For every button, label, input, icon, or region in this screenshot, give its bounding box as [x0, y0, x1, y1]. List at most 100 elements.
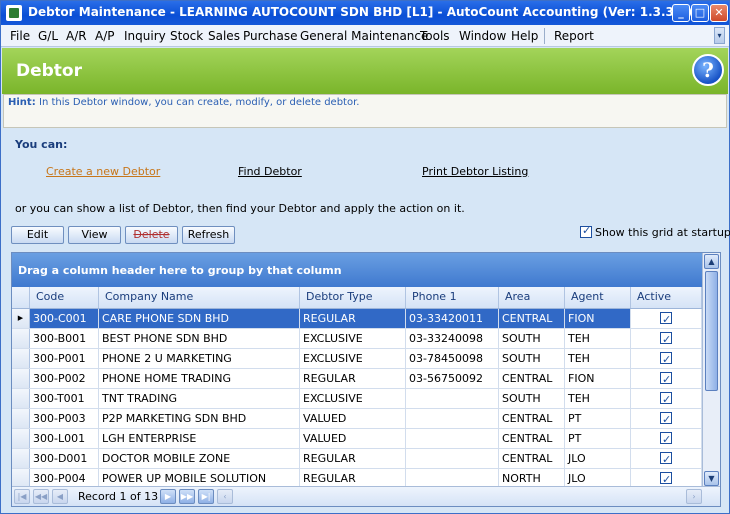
menu-report[interactable]: Report [554, 29, 594, 43]
prev-page-icon[interactable]: ◀◀ [33, 489, 49, 504]
cell-code[interactable]: 300-P003 [30, 409, 99, 428]
cell-company-name[interactable]: PHONE HOME TRADING [99, 369, 300, 388]
nav-scroll-right-icon[interactable]: › [686, 489, 702, 504]
cell-area[interactable]: SOUTH [499, 329, 565, 348]
prev-record-icon[interactable]: ◀ [52, 489, 68, 504]
cell-agent[interactable]: TEH [565, 389, 631, 408]
active-checkbox[interactable] [660, 310, 672, 328]
cell-area[interactable]: SOUTH [499, 389, 565, 408]
menu-general-maintenance[interactable]: General Maintenance [300, 29, 428, 43]
row-indicator[interactable] [12, 349, 30, 368]
table-row[interactable]: 300-B001 BEST PHONE SDN BHD EXCLUSIVE 03-33… [12, 329, 702, 349]
group-by-panel[interactable]: Drag a column header here to group by th… [12, 253, 702, 287]
show-grid-checkbox[interactable] [580, 224, 592, 238]
cell-agent[interactable]: TEH [565, 349, 631, 368]
menu-overflow-chevron-icon[interactable]: ▾ [714, 27, 725, 44]
column-header-phone[interactable]: Phone 1 [406, 287, 499, 308]
column-header-area[interactable]: Area [499, 287, 565, 308]
cell-company-name[interactable]: TNT TRADING [99, 389, 300, 408]
cell-agent[interactable]: JLO [565, 449, 631, 468]
table-row[interactable]: 300-P001 PHONE 2 U MARKETING EXCLUSIVE 03-7… [12, 349, 702, 369]
column-header-agent[interactable]: Agent [565, 287, 631, 308]
scroll-down-icon[interactable]: ▼ [704, 471, 719, 486]
active-checkbox[interactable] [660, 390, 672, 408]
delete-button[interactable]: Delete [125, 226, 178, 244]
row-indicator[interactable] [12, 329, 30, 348]
cell-company-name[interactable]: PHONE 2 U MARKETING [99, 349, 300, 368]
menu-ap[interactable]: A/P [95, 29, 115, 43]
table-row[interactable]: 300-T001 TNT TRADING EXCLUSIVE SOUTH TEH [12, 389, 702, 409]
cell-code[interactable]: 300-C001 [30, 309, 99, 328]
cell-code[interactable]: 300-T001 [30, 389, 99, 408]
first-record-icon[interactable]: |◀ [14, 489, 30, 504]
cell-company-name[interactable]: DOCTOR MOBILE ZONE [99, 449, 300, 468]
cell-company-name[interactable]: CARE PHONE SDN BHD [99, 309, 300, 328]
cell-agent[interactable]: FION [565, 309, 631, 328]
cell-debtor-type[interactable]: REGULAR [300, 369, 406, 388]
create-debtor-link[interactable]: Create a new Debtor [46, 165, 160, 178]
menu-tools[interactable]: Tools [420, 29, 450, 43]
menu-help[interactable]: Help [511, 29, 538, 43]
cell-debtor-type[interactable]: REGULAR [300, 449, 406, 468]
cell-debtor-type[interactable]: EXCLUSIVE [300, 389, 406, 408]
active-checkbox[interactable] [660, 470, 672, 488]
maximize-button[interactable]: □ [691, 4, 709, 22]
next-page-icon[interactable]: ▶▶ [179, 489, 195, 504]
next-record-icon[interactable]: ▶ [160, 489, 176, 504]
cell-code[interactable]: 300-P001 [30, 349, 99, 368]
active-checkbox[interactable] [660, 350, 672, 368]
cell-phone[interactable] [406, 409, 499, 428]
cell-area[interactable]: CENTRAL [499, 449, 565, 468]
table-row[interactable]: 300-L001 LGH ENTERPRISE VALUED CENTRAL PT [12, 429, 702, 449]
cell-active[interactable] [631, 349, 702, 368]
cell-area[interactable]: CENTRAL [499, 429, 565, 448]
current-row-indicator-icon[interactable]: ▶ [12, 309, 30, 328]
cell-debtor-type[interactable]: EXCLUSIVE [300, 329, 406, 348]
row-indicator[interactable] [12, 389, 30, 408]
cell-phone[interactable]: 03-33240098 [406, 329, 499, 348]
menu-ar[interactable]: A/R [66, 29, 87, 43]
cell-phone[interactable] [406, 429, 499, 448]
cell-active[interactable] [631, 429, 702, 448]
refresh-button[interactable]: Refresh [182, 226, 235, 244]
cell-active[interactable] [631, 409, 702, 428]
cell-agent[interactable]: FION [565, 369, 631, 388]
cell-active[interactable] [631, 309, 702, 328]
cell-debtor-type[interactable]: REGULAR [300, 309, 406, 328]
cell-phone[interactable]: 03-33420011 [406, 309, 499, 328]
cell-code[interactable]: 300-L001 [30, 429, 99, 448]
active-checkbox[interactable] [660, 370, 672, 388]
cell-phone[interactable]: 03-78450098 [406, 349, 499, 368]
print-debtor-listing-link[interactable]: Print Debtor Listing [422, 165, 528, 178]
row-indicator[interactable] [12, 409, 30, 428]
column-header-active[interactable]: Active [631, 287, 702, 308]
close-button[interactable]: ✕ [710, 4, 728, 22]
cell-company-name[interactable]: LGH ENTERPRISE [99, 429, 300, 448]
cancel-edit-icon[interactable]: ‹ [217, 489, 233, 504]
cell-debtor-type[interactable]: EXCLUSIVE [300, 349, 406, 368]
menu-sales[interactable]: Sales [208, 29, 240, 43]
last-record-icon[interactable]: ▶| [198, 489, 214, 504]
menu-stock[interactable]: Stock [170, 29, 203, 43]
find-debtor-link[interactable]: Find Debtor [238, 165, 302, 178]
table-row[interactable]: 300-P002 PHONE HOME TRADING REGULAR 03-5675… [12, 369, 702, 389]
help-icon[interactable]: ? [692, 54, 724, 86]
cell-active[interactable] [631, 329, 702, 348]
view-button[interactable]: View [68, 226, 121, 244]
cell-company-name[interactable]: P2P MARKETING SDN BHD [99, 409, 300, 428]
cell-active[interactable] [631, 369, 702, 388]
table-row[interactable]: 300-D001 DOCTOR MOBILE ZONE REGULAR CENTRAL… [12, 449, 702, 469]
cell-phone[interactable] [406, 389, 499, 408]
vertical-scrollbar[interactable]: ▲ ▼ [702, 253, 720, 489]
column-header-debtor-type[interactable]: Debtor Type [300, 287, 406, 308]
column-header-company-name[interactable]: Company Name [99, 287, 300, 308]
edit-button[interactable]: Edit [11, 226, 64, 244]
cell-code[interactable]: 300-B001 [30, 329, 99, 348]
cell-debtor-type[interactable]: VALUED [300, 409, 406, 428]
menu-purchase[interactable]: Purchase [243, 29, 298, 43]
row-indicator[interactable] [12, 369, 30, 388]
scroll-up-icon[interactable]: ▲ [704, 254, 719, 269]
active-checkbox[interactable] [660, 410, 672, 428]
column-header-code[interactable]: Code [30, 287, 99, 308]
cell-phone[interactable]: 03-56750092 [406, 369, 499, 388]
